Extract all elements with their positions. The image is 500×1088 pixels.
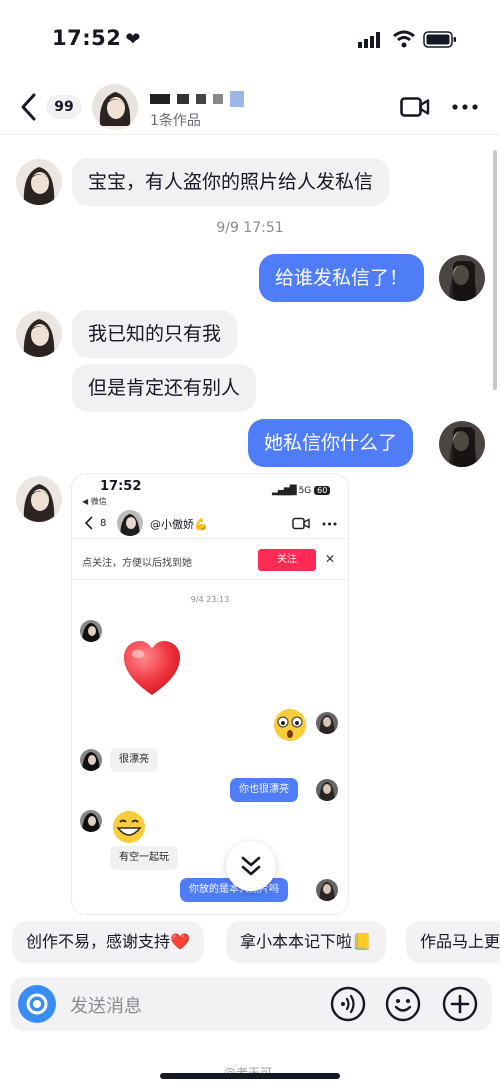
- wifi-icon: [393, 30, 415, 48]
- message-received[interactable]: 但是肯定还有别人: [72, 364, 257, 412]
- screenshot-avatar: [117, 510, 143, 536]
- grinning-emoji-sticker: [113, 811, 145, 843]
- screenshot-status-time: 17:52: [100, 479, 142, 494]
- contact-avatar[interactable]: [92, 84, 138, 130]
- screenshot-back-app: ◀ 微信: [82, 497, 107, 506]
- emoji-icon[interactable]: [385, 986, 421, 1022]
- voice-message-icon[interactable]: [330, 986, 366, 1022]
- screenshot-timestamp: 9/4 23:13: [190, 595, 230, 604]
- screenshot-my-avatar: [316, 712, 338, 734]
- message-input[interactable]: 发送消息: [70, 992, 142, 1018]
- scroll-to-bottom-button[interactable]: [226, 841, 276, 891]
- message-sent[interactable]: 她私信你什么了: [248, 419, 414, 467]
- home-indicator[interactable]: [160, 1073, 340, 1079]
- double-chevron-down-icon: [241, 856, 261, 876]
- screenshot-my-avatar: [316, 779, 338, 801]
- screenshot-contact-avatar: [80, 749, 102, 771]
- my-avatar[interactable]: [439, 255, 485, 301]
- screenshot-message-received: 很漂亮: [110, 748, 158, 772]
- add-more-icon[interactable]: [442, 986, 478, 1022]
- screenshot-divider: [72, 538, 348, 539]
- message-sent[interactable]: 给谁发私信了！: [259, 254, 425, 302]
- screenshot-close-icon: ✕: [325, 552, 336, 566]
- camera-icon: [26, 993, 48, 1015]
- video-call-icon[interactable]: [400, 96, 430, 118]
- contact-avatar[interactable]: [16, 159, 62, 205]
- censored-username: [150, 88, 268, 107]
- status-time: 17:52 ❤: [52, 26, 141, 50]
- screenshot-more-icon: [322, 522, 337, 526]
- battery-icon: [423, 31, 456, 48]
- screenshot-back-icon: [84, 516, 93, 530]
- screenshot-contact-avatar: [80, 620, 102, 642]
- cellular-signal-icon: [358, 32, 380, 48]
- back-arrow-icon[interactable]: [18, 92, 40, 122]
- shocked-emoji-sticker: [274, 709, 306, 741]
- message-received[interactable]: 我已知的只有我: [72, 310, 238, 358]
- heart-icon: ❤: [125, 29, 141, 50]
- more-options-icon[interactable]: [452, 104, 478, 110]
- quick-reply-chip[interactable]: 创作不易，感谢支持❤️: [12, 921, 204, 963]
- screenshot-my-avatar: [316, 879, 338, 901]
- screenshot-username: @小傲娇💪: [150, 518, 208, 531]
- screenshot-network: ▂▄▆█ 5G 60: [272, 486, 331, 496]
- contact-avatar[interactable]: [16, 311, 62, 357]
- contact-avatar[interactable]: [16, 476, 62, 522]
- header-divider: [0, 134, 500, 135]
- message-received[interactable]: 宝宝，有人盗你的照片给人发私信: [72, 158, 390, 206]
- screenshot-follow-button: 关注: [258, 549, 316, 571]
- scrollbar[interactable]: [493, 150, 497, 390]
- quick-reply-chip[interactable]: 作品马上更: [406, 921, 500, 963]
- works-count[interactable]: 1条作品: [150, 110, 201, 130]
- screenshot-message-sent: 你也很漂亮: [230, 778, 298, 802]
- screenshot-divider: [72, 579, 348, 580]
- unread-count-badge[interactable]: 99: [46, 95, 82, 119]
- my-avatar[interactable]: [439, 421, 485, 467]
- screenshot-contact-avatar: [80, 810, 102, 832]
- shared-screenshot-image[interactable]: 17:52 ◀ 微信 ▂▄▆█ 5G 60 8 @小傲娇💪 点关注，方便以后找到…: [72, 474, 348, 914]
- quick-reply-chip[interactable]: 拿小本本记下啦📒: [226, 921, 386, 963]
- heart-sticker: [124, 641, 180, 695]
- screenshot-message-received: 有空一起玩: [110, 846, 178, 870]
- message-timestamp: 9/9 17:51: [216, 220, 284, 236]
- screenshot-follow-notice: 点关注，方便以后找到她: [82, 558, 192, 569]
- screenshot-unread-count: 8: [100, 518, 107, 529]
- screenshot-video-icon: [292, 517, 310, 530]
- camera-button[interactable]: [18, 985, 56, 1023]
